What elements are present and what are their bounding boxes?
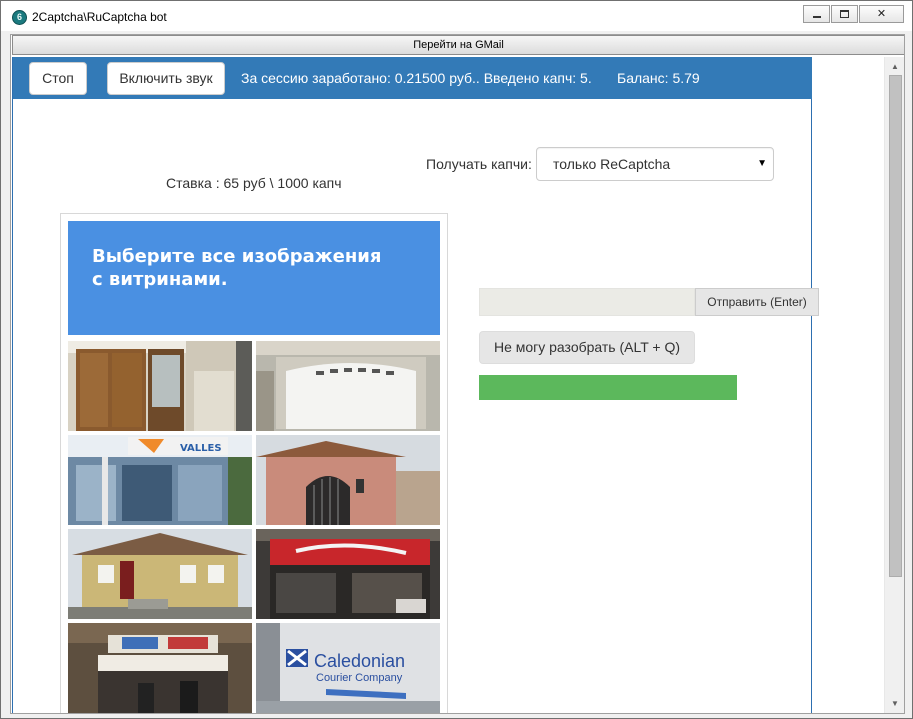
recaptcha-instruction: Выберите все изображения с витринами. [92,246,382,290]
garage-door-image [256,341,440,431]
app-window: 6 2Captcha\RuCaptcha bot ✕ Перейти на GM… [0,0,913,719]
captcha-tile-shop-front[interactable]: VALLES [68,435,252,525]
gated-house-image [256,435,440,525]
dropdown-arrow-icon: ▼ [757,158,767,169]
scroll-down-icon[interactable]: ▼ [885,696,904,712]
timer-progress-bar [479,375,737,400]
rate-text: Ставка : 65 руб \ 1000 капч [166,175,342,191]
captcha-tile-yellow-house[interactable] [68,529,252,619]
captcha-tile-wooden-door[interactable] [68,341,252,431]
captcha-type-selected: только ReCaptcha [553,156,671,172]
minimize-icon [813,16,821,18]
receive-captcha-label: Получать капчи: [426,156,532,172]
title-bar: 6 2Captcha\RuCaptcha bot ✕ [1,1,912,31]
web-page: Стоп Включить звук За сессию заработано:… [12,57,819,713]
captcha-type-select[interactable]: только ReCaptcha ▼ [536,147,774,181]
enable-sound-button[interactable]: Включить звук [107,62,225,95]
send-button[interactable]: Отправить (Enter) [695,288,819,316]
scroll-thumb[interactable] [889,75,902,577]
storefront-sign-image [256,529,440,619]
go-to-gmail-button[interactable]: Перейти на GMail [12,35,904,55]
captcha-tile-gated-house[interactable] [256,435,440,525]
maximize-button[interactable] [831,5,858,23]
wooden-door-image [68,341,252,431]
shop-front-image: VALLES [68,435,252,525]
stop-button[interactable]: Стоп [29,62,87,95]
window-title: 2Captcha\RuCaptcha bot [32,10,167,24]
recaptcha-widget: Выберите все изображения с витринами. VA… [60,213,448,713]
captcha-tile-garage[interactable] [256,341,440,431]
kiosk-image [68,623,252,713]
recaptcha-header: Выберите все изображения с витринами. [68,221,440,335]
scroll-up-icon[interactable]: ▲ [885,59,904,75]
answer-input[interactable] [479,288,695,316]
vertical-scrollbar[interactable]: ▲ ▼ [884,57,904,713]
minimize-button[interactable] [803,5,830,23]
session-earnings-text: За сессию заработано: 0.21500 руб.. Введ… [241,70,592,86]
window-controls: ✕ [802,5,904,23]
captcha-tile-caledonian-van[interactable]: Caledonian Courier Company [256,623,440,713]
balance-text: Баланс: 5.79 [617,70,700,86]
lock-icon: 6 [12,10,27,25]
close-icon: ✕ [876,8,887,20]
cant-solve-button[interactable]: Не могу разобрать (ALT + Q) [479,331,695,364]
captcha-tile-storefront-sign[interactable] [256,529,440,619]
courier-company-text: Courier Company [316,672,403,684]
yellow-house-image [68,529,252,619]
close-button[interactable]: ✕ [859,5,904,23]
caledonian-text: Caledonian [314,651,405,671]
top-toolbar: Стоп Включить звук За сессию заработано:… [13,57,812,99]
valles-sign: VALLES [180,443,222,454]
captcha-tile-kiosk[interactable] [68,623,252,713]
caledonian-van-image: Caledonian Courier Company [256,623,440,713]
maximize-icon [840,10,849,18]
client-area: Перейти на GMail Стоп Включить звук За с… [10,34,905,714]
